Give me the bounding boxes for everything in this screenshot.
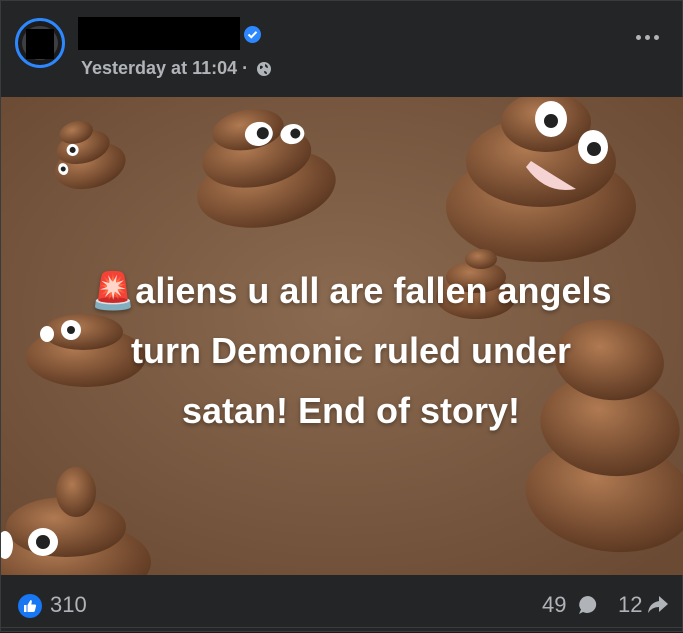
- verified-badge-icon: [244, 26, 261, 43]
- avatar-redaction: [26, 29, 54, 59]
- comment-icon[interactable]: [578, 595, 598, 615]
- divider: [1, 627, 683, 628]
- siren-emoji: 🚨: [90, 270, 136, 311]
- comment-count[interactable]: 49: [542, 592, 566, 618]
- post-text-line-2: turn Demonic ruled under: [130, 330, 572, 371]
- post-meta: Yesterday at 11:04 ·: [81, 58, 272, 79]
- share-icon[interactable]: [647, 595, 669, 615]
- globe-icon[interactable]: [256, 61, 272, 77]
- like-count[interactable]: 310: [50, 592, 87, 618]
- post-text-line-3: satan! End of story!: [181, 390, 521, 431]
- avatar[interactable]: [15, 18, 65, 68]
- post-image-text: 🚨aliens u all are fallen angels turn Dem…: [41, 261, 661, 441]
- timestamp[interactable]: Yesterday at 11:04 ·: [81, 58, 248, 79]
- post-card: Yesterday at 11:04 · 🚨aliens u all are f…: [0, 0, 683, 632]
- post-footer: 310 49 12: [1, 575, 683, 633]
- post-text-line-1: 🚨aliens u all are fallen angels: [90, 270, 612, 311]
- share-count[interactable]: 12: [618, 592, 642, 618]
- author-name-redacted[interactable]: [78, 17, 240, 50]
- more-options-icon[interactable]: [632, 27, 662, 47]
- post-header: Yesterday at 11:04 ·: [1, 1, 683, 97]
- like-reaction-icon[interactable]: [18, 594, 42, 618]
- post-image[interactable]: 🚨aliens u all are fallen angels turn Dem…: [1, 97, 683, 575]
